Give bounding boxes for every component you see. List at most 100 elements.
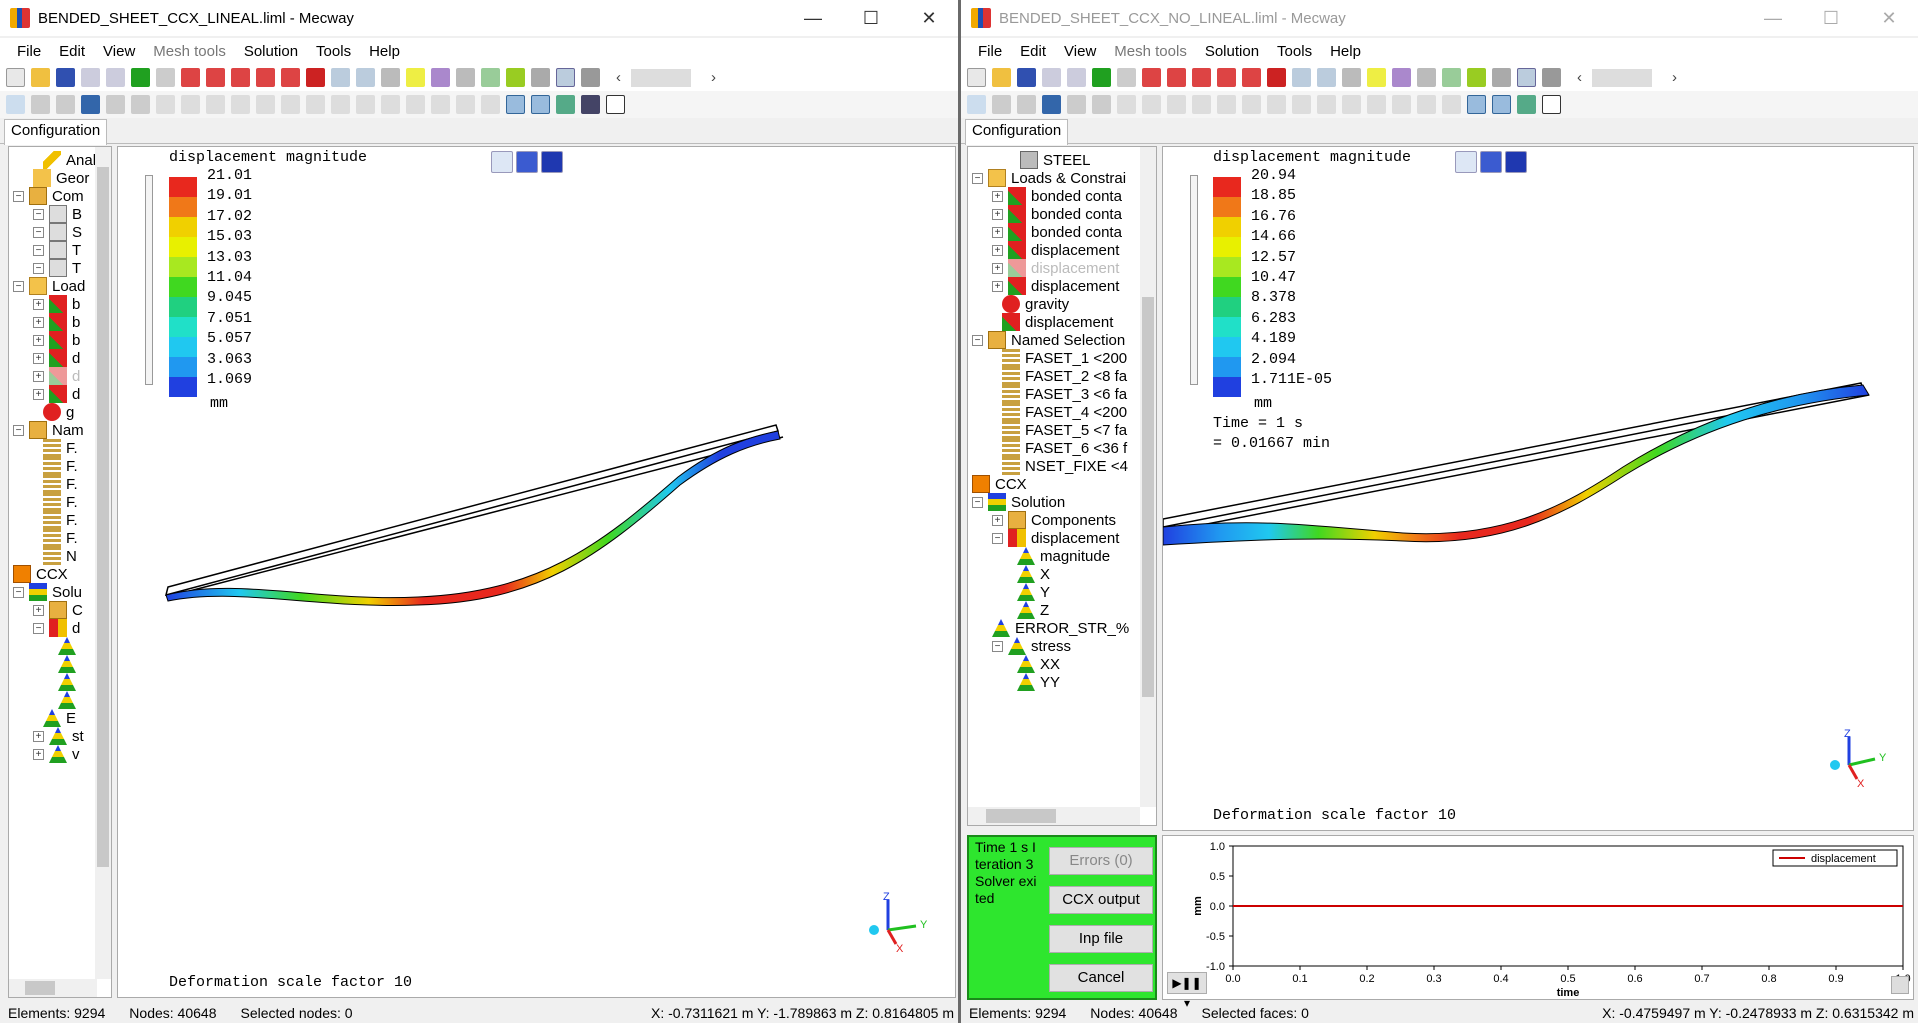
zoom-icon[interactable] bbox=[1317, 68, 1336, 87]
collapse-icon[interactable]: − bbox=[13, 280, 24, 292]
zoom-icon[interactable] bbox=[356, 68, 375, 87]
collapse-icon[interactable]: − bbox=[992, 532, 1003, 544]
menu-tools[interactable]: Tools bbox=[1268, 43, 1321, 60]
view-left-icon[interactable] bbox=[1192, 68, 1211, 87]
cube-icon[interactable] bbox=[156, 95, 175, 114]
view-left-icon[interactable] bbox=[231, 68, 250, 87]
tree-horizontal-scrollbar[interactable] bbox=[968, 807, 1140, 825]
extrude-icon[interactable] bbox=[1242, 95, 1261, 114]
merge-icon[interactable] bbox=[1392, 95, 1411, 114]
select-nodes-icon[interactable] bbox=[31, 95, 50, 114]
film-icon[interactable] bbox=[581, 95, 600, 114]
probe-icon[interactable] bbox=[1392, 68, 1411, 87]
expand-icon[interactable]: + bbox=[992, 190, 1003, 202]
label-icon[interactable] bbox=[1442, 68, 1461, 87]
scroll-thumb[interactable] bbox=[25, 981, 55, 995]
play-pause-button[interactable]: ▶❚❚ ▾ bbox=[1167, 972, 1207, 1010]
cancel-button[interactable]: Cancel bbox=[1049, 964, 1153, 992]
close-button[interactable]: ✕ bbox=[900, 0, 958, 36]
collapse-icon[interactable]: − bbox=[33, 208, 44, 220]
select-mode-icon[interactable] bbox=[1417, 68, 1436, 87]
shaded-icon[interactable] bbox=[531, 68, 550, 87]
box-icon[interactable] bbox=[1192, 95, 1211, 114]
collapse-icon[interactable]: − bbox=[33, 226, 44, 238]
revolve-icon[interactable] bbox=[1267, 95, 1286, 114]
menu-mesh-tools[interactable]: Mesh tools bbox=[144, 43, 235, 60]
errors-button[interactable]: Errors (0) bbox=[1049, 847, 1153, 875]
select-faces-icon[interactable] bbox=[1017, 95, 1036, 114]
expand-icon[interactable]: + bbox=[33, 352, 44, 364]
tree-horizontal-scrollbar[interactable] bbox=[9, 979, 97, 997]
collapse-icon[interactable]: − bbox=[13, 424, 24, 436]
undeformed-shape-icon[interactable] bbox=[1492, 95, 1511, 114]
menu-solution[interactable]: Solution bbox=[235, 43, 307, 60]
mesh-icon[interactable] bbox=[1542, 68, 1561, 87]
open-folder-icon[interactable] bbox=[992, 68, 1011, 87]
tab-configuration[interactable]: Configuration bbox=[965, 119, 1069, 145]
solve-icon[interactable] bbox=[1092, 68, 1111, 87]
view-back-icon[interactable] bbox=[1167, 68, 1186, 87]
collapse-icon[interactable]: − bbox=[33, 622, 44, 634]
surface-icon[interactable] bbox=[506, 68, 525, 87]
deformed-shape-icon[interactable] bbox=[1467, 95, 1486, 114]
select-elements-icon[interactable] bbox=[1042, 95, 1061, 114]
select-faces-icon[interactable] bbox=[56, 95, 75, 114]
collapse-icon[interactable]: − bbox=[13, 190, 24, 202]
expand-icon[interactable]: + bbox=[992, 514, 1003, 526]
view-top-icon[interactable] bbox=[1242, 68, 1261, 87]
scroll-thumb[interactable] bbox=[1142, 297, 1154, 697]
title-bar[interactable]: BENDED_SHEET_CCX_NO_LINEAL.liml - Mecway… bbox=[961, 0, 1918, 36]
deformed-shape-icon[interactable] bbox=[506, 95, 525, 114]
chevron-right-icon[interactable]: › bbox=[711, 69, 716, 86]
inp-file-button[interactable]: Inp file bbox=[1049, 925, 1153, 953]
probe-icon[interactable] bbox=[431, 68, 450, 87]
shape-icon[interactable] bbox=[256, 95, 275, 114]
title-bar[interactable]: BENDED_SHEET_CCX_LINEAL.liml - Mecway — … bbox=[0, 0, 958, 36]
menu-help[interactable]: Help bbox=[360, 43, 409, 60]
ccx-output-button[interactable]: CCX output bbox=[1049, 886, 1153, 914]
menu-solution[interactable]: Solution bbox=[1196, 43, 1268, 60]
scroll-thumb[interactable] bbox=[97, 167, 109, 867]
label-icon[interactable] bbox=[481, 68, 500, 87]
menu-edit[interactable]: Edit bbox=[1011, 43, 1055, 60]
cylinder-icon[interactable] bbox=[1142, 95, 1161, 114]
menu-view[interactable]: View bbox=[94, 43, 144, 60]
animation-icon[interactable] bbox=[1517, 95, 1536, 114]
chevron-left-icon[interactable]: ‹ bbox=[616, 69, 621, 86]
tab-configuration[interactable]: Configuration bbox=[4, 119, 108, 145]
tetra-icon[interactable] bbox=[1442, 95, 1461, 114]
sweep-icon[interactable] bbox=[331, 95, 350, 114]
expand-icon[interactable]: + bbox=[992, 226, 1003, 238]
sweep-icon[interactable] bbox=[1292, 95, 1311, 114]
delete-icon[interactable] bbox=[1167, 95, 1186, 114]
menu-file[interactable]: File bbox=[8, 43, 50, 60]
expand-icon[interactable]: + bbox=[33, 334, 44, 346]
view-iso-icon[interactable] bbox=[156, 68, 175, 87]
element-tool-icon[interactable] bbox=[1092, 95, 1111, 114]
surface-icon[interactable] bbox=[1467, 68, 1486, 87]
chevron-right-icon[interactable]: › bbox=[1672, 69, 1677, 86]
collapse-icon[interactable]: − bbox=[33, 244, 44, 256]
redo-icon[interactable] bbox=[1067, 68, 1086, 87]
view-front-icon[interactable] bbox=[181, 68, 200, 87]
animation-icon[interactable] bbox=[556, 95, 575, 114]
expand-icon[interactable]: + bbox=[992, 280, 1003, 292]
save-icon[interactable] bbox=[56, 68, 75, 87]
zoom-fit-icon[interactable] bbox=[406, 68, 425, 87]
revolve-icon[interactable] bbox=[306, 95, 325, 114]
menu-file[interactable]: File bbox=[969, 43, 1011, 60]
table-icon[interactable] bbox=[1542, 95, 1561, 114]
open-folder-icon[interactable] bbox=[31, 68, 50, 87]
menu-help[interactable]: Help bbox=[1321, 43, 1370, 60]
shape-icon[interactable] bbox=[1217, 95, 1236, 114]
scroll-thumb[interactable] bbox=[986, 809, 1056, 823]
redo-icon[interactable] bbox=[106, 68, 125, 87]
expand-icon[interactable]: + bbox=[33, 298, 44, 310]
cube-icon[interactable] bbox=[1117, 95, 1136, 114]
expand-icon[interactable]: + bbox=[33, 316, 44, 328]
arc-icon[interactable] bbox=[356, 95, 375, 114]
tree-vertical-scrollbar[interactable] bbox=[1140, 147, 1156, 807]
collapse-icon[interactable]: − bbox=[33, 262, 44, 274]
zoom-fit-icon[interactable] bbox=[1367, 68, 1386, 87]
element-tool-icon[interactable] bbox=[131, 95, 150, 114]
